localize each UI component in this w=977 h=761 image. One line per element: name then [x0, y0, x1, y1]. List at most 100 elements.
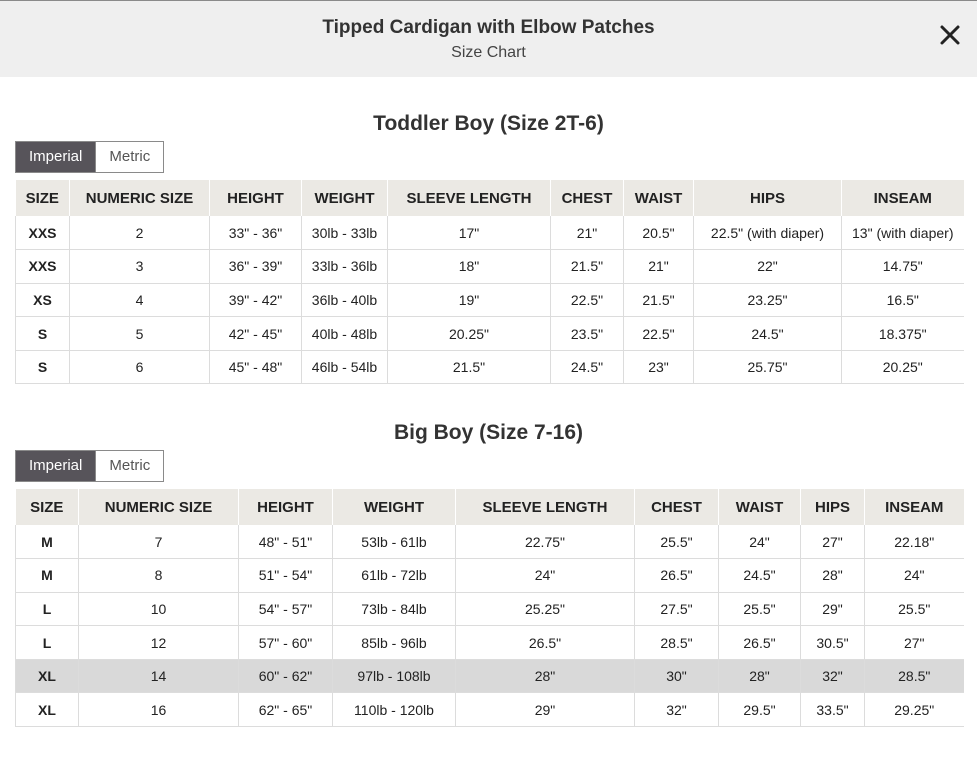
toddler-table-body: XXS 2 33" - 36" 30lb - 33lb 17" 21" 20.5" 22.5"… [15, 216, 964, 385]
table-cell: 28" [718, 659, 801, 694]
table-cell: 20.5" [623, 216, 694, 251]
column-header: SLEEVE LENGTH [387, 180, 551, 216]
close-button[interactable] [937, 22, 963, 48]
table-cell: 48" - 51" [238, 525, 333, 560]
column-header: SIZE [15, 489, 79, 525]
table-cell: 45" - 48" [209, 350, 302, 385]
table-cell: 21" [550, 216, 624, 251]
table-cell: 26.5" [634, 558, 719, 593]
table-cell: 97lb - 108lb [332, 659, 456, 694]
table-cell: 8 [78, 558, 239, 593]
table-cell: 24.5" [550, 350, 624, 385]
column-header: SIZE [15, 180, 70, 216]
table-cell: XL [15, 659, 79, 694]
table-cell: 57" - 60" [238, 625, 333, 660]
table-cell: 110lb - 120lb [332, 692, 456, 728]
modal-subtitle: Size Chart [451, 44, 526, 61]
table-cell: 22.75" [455, 525, 635, 560]
table-cell: 28.5" [864, 659, 964, 694]
big-header-row: SIZE NUMERIC SIZE HEIGHT WEIGHT SLEEVE LENGT… [15, 489, 964, 525]
table-cell: 36" - 39" [209, 249, 302, 284]
close-icon [940, 25, 960, 45]
table-cell: 73lb - 84lb [332, 592, 456, 627]
table-cell: 16.5" [841, 283, 964, 318]
table-row: XL 14 60" - 62" 97lb - 108lb 28" 30" 28" 32" 28.… [15, 659, 964, 694]
table-cell: 51" - 54" [238, 558, 333, 593]
table-cell: 62" - 65" [238, 692, 333, 728]
table-row: L 10 54" - 57" 73lb - 84lb 25.25" 27.5" 25.5" 2… [15, 592, 964, 627]
toddler-imperial-button[interactable]: Imperial [16, 142, 96, 172]
column-header: WAIST [623, 180, 694, 216]
table-cell: 28.5" [634, 625, 719, 660]
table-cell: XXS [15, 249, 70, 284]
table-cell: 21.5" [550, 249, 624, 284]
table-cell: 53lb - 61lb [332, 525, 456, 560]
toddler-size-table: SIZE NUMERIC SIZE HEIGHT WEIGHT SLEEVE LENGT… [15, 180, 964, 385]
table-cell: 19" [387, 283, 551, 318]
table-cell: XL [15, 692, 79, 728]
table-cell: S [15, 316, 70, 351]
table-cell: 22.5" (with diaper) [693, 216, 842, 251]
table-cell: 24" [864, 558, 964, 593]
table-cell: 33.5" [800, 692, 865, 728]
toddler-header-row: SIZE NUMERIC SIZE HEIGHT WEIGHT SLEEVE LENGT… [15, 180, 964, 216]
table-cell: XS [15, 283, 70, 318]
table-cell: 16 [78, 692, 239, 728]
table-cell: 60" - 62" [238, 659, 333, 694]
table-cell: 20.25" [387, 316, 551, 351]
modal-header: Tipped Cardigan with Elbow Patches Size … [0, 0, 977, 77]
table-cell: 24.5" [693, 316, 842, 351]
table-cell: 28" [455, 659, 635, 694]
table-cell: M [15, 525, 79, 560]
big-imperial-button[interactable]: Imperial [16, 451, 96, 481]
table-cell: 46lb - 54lb [301, 350, 388, 385]
table-cell: 33" - 36" [209, 216, 302, 251]
table-cell: 22" [693, 249, 842, 284]
table-cell: 27.5" [634, 592, 719, 627]
table-cell: 23.25" [693, 283, 842, 318]
table-row: S 5 42" - 45" 40lb - 48lb 20.25" 23.5" 22.5" 24… [15, 316, 964, 351]
column-header: NUMERIC SIZE [78, 489, 239, 525]
table-cell: 29" [455, 692, 635, 728]
column-header: WEIGHT [301, 180, 388, 216]
table-row: S 6 45" - 48" 46lb - 54lb 21.5" 24.5" 23" 25.75… [15, 350, 964, 385]
table-cell: 27" [800, 525, 865, 560]
table-cell: 30lb - 33lb [301, 216, 388, 251]
toddler-metric-button[interactable]: Metric [95, 142, 164, 172]
column-header: WEIGHT [332, 489, 456, 525]
big-metric-button[interactable]: Metric [95, 451, 164, 481]
table-cell: 29" [800, 592, 865, 627]
table-cell: 13" (with diaper) [841, 216, 964, 251]
table-cell: XXS [15, 216, 70, 251]
table-cell: L [15, 592, 79, 627]
table-cell: 40lb - 48lb [301, 316, 388, 351]
table-cell: 14 [78, 659, 239, 694]
column-header: WAIST [718, 489, 801, 525]
big-table-body: M 7 48" - 51" 53lb - 61lb 22.75" 25.5" 24" 27" 2… [15, 525, 964, 728]
table-cell: 28" [800, 558, 865, 593]
table-cell: 20.25" [841, 350, 964, 385]
table-row: L 12 57" - 60" 85lb - 96lb 26.5" 28.5" 26.5" 30… [15, 625, 964, 660]
table-cell: 10 [78, 592, 239, 627]
table-cell: 5 [69, 316, 210, 351]
table-cell: 30" [634, 659, 719, 694]
table-cell: 22.5" [623, 316, 694, 351]
table-cell: 2 [69, 216, 210, 251]
toddler-section-title: Toddler Boy (Size 2T-6) [373, 112, 604, 135]
table-cell: 25.25" [455, 592, 635, 627]
column-header: CHEST [550, 180, 624, 216]
table-cell: 26.5" [455, 625, 635, 660]
table-cell: 61lb - 72lb [332, 558, 456, 593]
table-cell: 22.5" [550, 283, 624, 318]
table-cell: 32" [800, 659, 865, 694]
table-cell: 42" - 45" [209, 316, 302, 351]
table-cell: 6 [69, 350, 210, 385]
table-cell: 7 [78, 525, 239, 560]
table-cell: 25.75" [693, 350, 842, 385]
table-cell: 21.5" [387, 350, 551, 385]
table-cell: 85lb - 96lb [332, 625, 456, 660]
column-header: SLEEVE LENGTH [455, 489, 635, 525]
big-unit-toggle: Imperial Metric [15, 450, 165, 482]
table-row: XL 16 62" - 65" 110lb - 120lb 29" 32" 29.5" 33.… [15, 692, 964, 728]
table-cell: M [15, 558, 79, 593]
